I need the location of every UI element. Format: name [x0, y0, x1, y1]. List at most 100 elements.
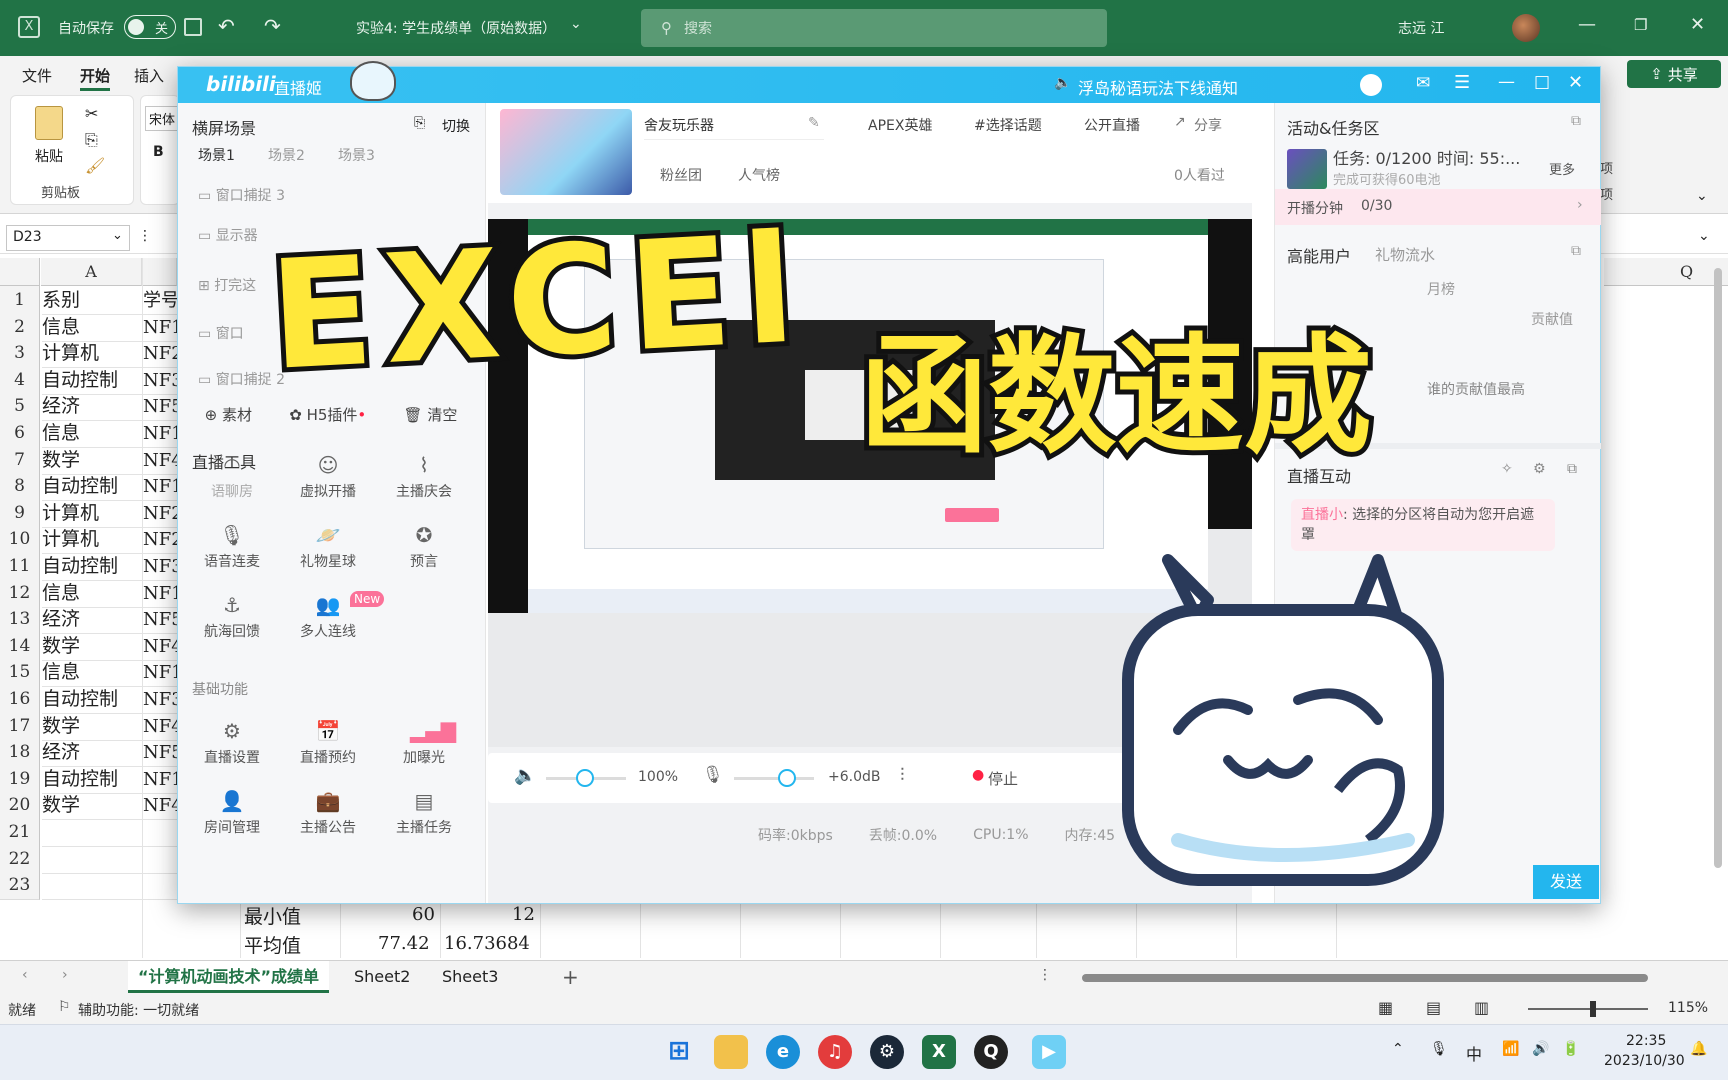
tab-scene-2[interactable]: 场景2 — [268, 145, 305, 165]
notice-text[interactable]: 浮岛秘语玩法下线通知 — [1078, 75, 1238, 99]
cell-a[interactable]: 经济 — [42, 605, 142, 635]
row-header[interactable]: 4 — [0, 365, 40, 395]
cell-b[interactable] — [143, 845, 177, 874]
row-header[interactable]: 22 — [0, 844, 40, 874]
vertical-scrollbar[interactable] — [1714, 268, 1722, 868]
popout-icon[interactable]: ⧉ — [1571, 243, 1581, 259]
topic-button[interactable]: #选择话题 — [974, 115, 1042, 135]
cell-a[interactable]: 经济 — [42, 738, 142, 768]
category-button[interactable]: APEX英雄 — [868, 115, 932, 135]
row-header[interactable]: 2 — [0, 312, 40, 342]
h5-plugin-button[interactable]: ✿ H5插件• — [289, 404, 366, 425]
redo-icon[interactable]: ↷ — [264, 14, 281, 38]
doc-title[interactable]: 实验4: 学生成绩单（原始数据） — [356, 18, 556, 38]
hi-users-tab[interactable]: 高能用户 — [1287, 243, 1351, 267]
avatar[interactable] — [1512, 14, 1540, 42]
speaker-icon[interactable]: 🔈 — [514, 765, 536, 786]
row-header[interactable]: 10 — [0, 525, 40, 555]
notification-bell-icon[interactable]: 🔔 — [1690, 1041, 1707, 1057]
battery-icon[interactable]: 🔋 — [1562, 1041, 1579, 1057]
column-header-a[interactable]: A — [41, 258, 142, 286]
popularity-button[interactable]: 人气榜 — [738, 165, 780, 185]
search-box[interactable]: ⚲ 搜索 — [641, 9, 1107, 47]
tool-voyage-reward[interactable]: ⚓ 航海回馈 — [192, 593, 272, 641]
cell-a[interactable]: 自动控制 — [42, 685, 142, 714]
volume-slider-thumb[interactable] — [576, 769, 594, 787]
gear-icon[interactable]: ⚙ — [1533, 461, 1546, 477]
zoom-slider[interactable] — [1528, 1008, 1648, 1010]
row-header[interactable]: 15 — [0, 658, 40, 688]
row-header[interactable]: 17 — [0, 711, 40, 741]
file-explorer-icon[interactable] — [714, 1035, 748, 1069]
sheet-tab-sheet3[interactable]: Sheet3 — [432, 961, 508, 993]
cell-a[interactable] — [42, 845, 142, 874]
row-header[interactable]: 3 — [0, 339, 40, 369]
room-name-input[interactable]: 舍友玩乐器 — [644, 115, 824, 140]
edit-icon[interactable]: ✎ — [808, 115, 820, 131]
minimize-icon[interactable]: — — [1498, 72, 1515, 92]
cell-b[interactable]: NF1 — [143, 472, 177, 502]
cell-a[interactable] — [42, 871, 142, 901]
room-cover-image[interactable] — [500, 109, 632, 195]
cell-a[interactable]: 自动控制 — [42, 366, 142, 395]
source-item[interactable]: ⊞ 打完这 — [198, 275, 256, 295]
share-icon[interactable]: ↗ — [1174, 114, 1186, 130]
row-header[interactable]: 6 — [0, 419, 40, 448]
popout-icon[interactable]: ⧉ — [1571, 113, 1581, 129]
cell-b[interactable]: NF3 — [143, 366, 177, 395]
basic-tasks[interactable]: ▤ 主播任务 — [384, 789, 464, 837]
cell-b[interactable]: NF1 — [143, 765, 177, 794]
share-button[interactable]: ⇪ 共享 — [1627, 60, 1721, 88]
close-icon[interactable]: ✕ — [1568, 72, 1583, 93]
qq-icon[interactable]: Q — [974, 1035, 1008, 1069]
bold-button[interactable]: B — [153, 144, 164, 160]
clock-time[interactable]: 22:35 — [1626, 1033, 1666, 1049]
cell-b[interactable]: NF1 — [143, 579, 177, 608]
cell-a[interactable]: 自动控制 — [42, 472, 142, 502]
source-item[interactable]: ▭ 窗口捕捉 2 — [198, 369, 285, 389]
tab-scene-3[interactable]: 场景3 — [338, 145, 375, 165]
cell-a[interactable]: 经济 — [42, 392, 142, 422]
more-icon[interactable]: ⋮ — [138, 228, 152, 244]
cell-b[interactable]: NF3 — [143, 685, 177, 714]
row-header[interactable]: 19 — [0, 764, 40, 794]
bilibili-live-icon[interactable]: ▶ — [1032, 1035, 1066, 1069]
formula-expand-icon[interactable]: ⌄ — [1698, 228, 1710, 244]
cell-a[interactable]: 信息 — [42, 579, 142, 608]
scroll-left-icon[interactable]: ‹ — [22, 967, 28, 983]
row-header[interactable]: 5 — [0, 392, 40, 422]
cell-b[interactable]: NF5 — [143, 605, 177, 635]
switch-button[interactable]: 切换 — [442, 116, 470, 136]
tool-prediction[interactable]: ✪ 预言 — [384, 523, 464, 571]
chevron-down-icon[interactable]: ⌄ — [570, 16, 582, 32]
maximize-icon[interactable]: □ — [1534, 72, 1550, 92]
row-header[interactable]: 13 — [0, 605, 40, 635]
cell-b[interactable]: NF1 — [143, 658, 177, 688]
tool-virtual-live[interactable]: ☺ 虚拟开播 — [288, 453, 368, 501]
font-select[interactable]: 宋体 — [145, 106, 179, 131]
wifi-icon[interactable]: 📶 — [1502, 1041, 1519, 1057]
paste-icon[interactable] — [35, 106, 63, 140]
public-live-button[interactable]: 公开直播 — [1084, 115, 1140, 135]
format-painter-icon[interactable]: 🖌 — [85, 156, 105, 175]
row-header[interactable]: 1 — [0, 286, 40, 315]
user-avatar[interactable] — [1360, 74, 1382, 96]
cell-a[interactable]: 计算机 — [42, 525, 142, 555]
cell-a[interactable]: 自动控制 — [42, 765, 142, 794]
mic-slider-thumb[interactable] — [778, 769, 796, 787]
cell-a[interactable]: 信息 — [42, 419, 142, 448]
steam-icon[interactable]: ⚙ — [870, 1035, 904, 1069]
ime-indicator[interactable]: 中 — [1466, 1041, 1482, 1065]
row-header[interactable]: 12 — [0, 578, 40, 608]
cell-b[interactable]: NF2 — [143, 525, 177, 555]
copy-icon[interactable]: ⎘ — [85, 130, 98, 150]
mic-slider[interactable] — [734, 777, 814, 780]
task-text[interactable]: 任务: 0/1200 时间: 55:... — [1333, 145, 1520, 169]
source-item[interactable]: ▭ 显示器 — [198, 225, 258, 245]
menu-icon[interactable]: ☰ — [1454, 72, 1470, 93]
cell-a[interactable]: 自动控制 — [42, 552, 142, 581]
ribbon-collapse-icon[interactable]: ⌄ — [1696, 188, 1708, 204]
row-header[interactable]: 14 — [0, 631, 40, 661]
cell-b[interactable]: NF1 — [143, 419, 177, 448]
minimize-icon[interactable]: — — [1578, 14, 1596, 35]
